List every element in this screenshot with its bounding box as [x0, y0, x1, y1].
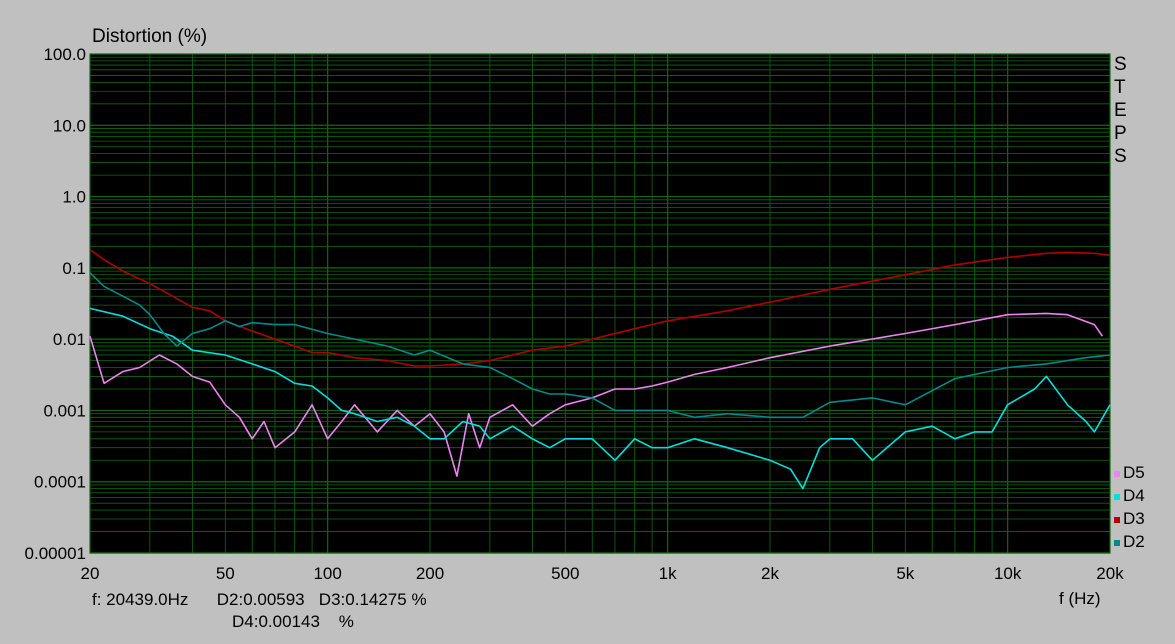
x-tick-label: 50: [216, 564, 235, 583]
legend-swatch: [1114, 470, 1120, 477]
legend-label: D5: [1123, 463, 1145, 482]
y-tick-label: 0.0001: [34, 473, 86, 492]
x-tick-label: 5k: [896, 564, 914, 583]
steps-letter: S: [1114, 146, 1127, 167]
legend-label: D2: [1123, 532, 1145, 551]
x-axis-title: f (Hz): [1059, 589, 1101, 608]
y-tick-label: 0.001: [43, 401, 86, 420]
y-tick-label: 0.00001: [25, 544, 86, 563]
legend-swatch: [1114, 539, 1120, 546]
steps-letter: P: [1114, 123, 1127, 144]
y-tick-label: 1.0: [62, 188, 86, 207]
legend-swatch: [1114, 516, 1120, 523]
x-tick-label: 10k: [994, 564, 1022, 583]
steps-letter: T: [1114, 77, 1126, 98]
x-tick-label: 20k: [1096, 564, 1124, 583]
steps-letter: E: [1114, 100, 1127, 121]
y-tick-label: 0.1: [62, 259, 86, 278]
x-tick-label: 2k: [761, 564, 779, 583]
x-tick-label: 20: [81, 564, 100, 583]
cursor-readout-line1: f: 20439.0Hz D2:0.00593 D3:0.14275 %: [92, 590, 427, 609]
legend-label: D3: [1123, 509, 1145, 528]
distortion-chart: 100.0 10.0 1.0 0.1 0.01 0.001 0.0001 0.00001 20…: [25, 26, 1125, 608]
x-tick-label: 100: [313, 564, 341, 583]
legend-swatch: [1114, 493, 1120, 500]
x-tick-label: 1k: [659, 564, 677, 583]
legend-item-d5[interactable]: D5: [1114, 463, 1145, 483]
steps-letter: S: [1114, 54, 1127, 75]
y-tick-label: 100.0: [43, 45, 86, 64]
legend-item-d4[interactable]: D4: [1114, 486, 1145, 506]
x-tick-labels: 20 50 100 200 500 1k 2k 5k 10k 20k: [81, 564, 1125, 583]
legend-label: D4: [1123, 486, 1145, 505]
y-tick-labels: 100.0 10.0 1.0 0.1 0.01 0.001 0.0001 0.00001: [25, 45, 86, 563]
x-tick-label: 200: [416, 564, 444, 583]
cursor-readout-line2: D4:0.00143 %: [232, 612, 354, 631]
y-axis-title: Distortion (%): [92, 26, 207, 47]
legend-item-d2[interactable]: D2: [1114, 532, 1145, 552]
y-tick-label: 10.0: [53, 116, 86, 135]
legend-item-d3[interactable]: D3: [1114, 509, 1145, 529]
y-tick-label: 0.01: [53, 330, 86, 349]
x-tick-label: 500: [551, 564, 579, 583]
